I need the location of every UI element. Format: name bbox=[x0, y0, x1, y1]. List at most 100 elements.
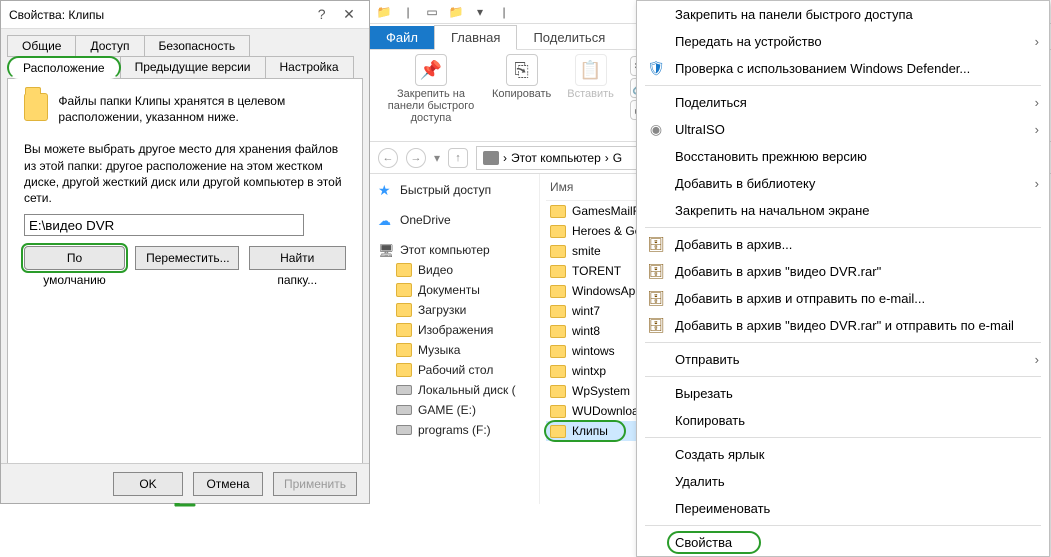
new-folder-icon[interactable]: 📁 bbox=[448, 4, 464, 20]
tab-previous-versions[interactable]: Предыдущие версии bbox=[120, 56, 266, 79]
ctx-label: Добавить в архив "видео DVR.rar" и отпра… bbox=[675, 318, 1014, 333]
chevron-right-icon: › bbox=[1035, 95, 1039, 110]
folder-icon bbox=[550, 245, 566, 258]
ctx-delete[interactable]: Удалить bbox=[637, 468, 1049, 495]
ctx-add-to-archive-named[interactable]: 🗄Добавить в архив "видео DVR.rar" bbox=[637, 258, 1049, 285]
paste-label: Вставить bbox=[567, 88, 614, 100]
ctx-create-shortcut[interactable]: Создать ярлык bbox=[637, 441, 1049, 468]
ctx-copy[interactable]: Копировать bbox=[637, 407, 1049, 434]
ctx-rename[interactable]: Переименовать bbox=[637, 495, 1049, 522]
find-folder-button[interactable]: Найти папку... bbox=[249, 246, 346, 270]
navigation-pane: ★Быстрый доступ ☁OneDrive 🖥Этот компьюте… bbox=[370, 174, 540, 504]
ctx-label: Восстановить прежнюю версию bbox=[675, 149, 867, 164]
nav-label: Музыка bbox=[418, 343, 460, 357]
ctx-send-to[interactable]: Отправить› bbox=[637, 346, 1049, 373]
tab-security[interactable]: Безопасность bbox=[144, 35, 251, 57]
archive-icon: 🗄 bbox=[647, 290, 665, 308]
nav-pictures[interactable]: Изображения bbox=[374, 320, 535, 340]
copy-label: Копировать bbox=[492, 88, 551, 100]
chevron-right-icon: › bbox=[1035, 176, 1039, 191]
ctx-label: Копировать bbox=[675, 413, 745, 428]
ctx-cut[interactable]: Вырезать bbox=[637, 380, 1049, 407]
divider: | bbox=[496, 4, 512, 20]
shield-icon: 🛡 bbox=[647, 60, 665, 78]
ctx-defender-scan[interactable]: 🛡Проверка с использованием Windows Defen… bbox=[637, 55, 1049, 82]
ctx-pin-quick-access[interactable]: Закрепить на панели быстрого доступа bbox=[637, 1, 1049, 28]
ctx-share[interactable]: Поделиться› bbox=[637, 89, 1049, 116]
ctx-restore-previous[interactable]: Восстановить прежнюю версию bbox=[637, 143, 1049, 170]
folder-icon bbox=[396, 263, 412, 277]
nav-recent-dropdown[interactable]: ▾ bbox=[434, 151, 440, 165]
move-button[interactable]: Переместить... bbox=[135, 246, 238, 270]
breadcrumb-segment[interactable]: G bbox=[613, 151, 622, 165]
nav-desktop[interactable]: Рабочий стол bbox=[374, 360, 535, 380]
ctx-archive-named-and-email[interactable]: 🗄Добавить в архив "видео DVR.rar" и отпр… bbox=[637, 312, 1049, 339]
file-name: wintows bbox=[572, 344, 615, 358]
dialog-titlebar[interactable]: Свойства: Клипы ? ✕ bbox=[1, 1, 369, 29]
nav-quick-access[interactable]: ★Быстрый доступ bbox=[374, 180, 535, 200]
folder-icon bbox=[550, 385, 566, 398]
folder-icon bbox=[550, 345, 566, 358]
folder-icon bbox=[550, 205, 566, 218]
chevron-right-icon: › bbox=[1035, 34, 1039, 49]
folder-icon bbox=[396, 363, 412, 377]
ctx-add-to-library[interactable]: Добавить в библиотеку› bbox=[637, 170, 1049, 197]
drive-icon bbox=[483, 151, 499, 165]
ribbon-tab-share[interactable]: Поделиться bbox=[517, 26, 621, 49]
qat-dropdown-icon[interactable]: ▾ bbox=[472, 4, 488, 20]
ctx-cast-to-device[interactable]: Передать на устройство› bbox=[637, 28, 1049, 55]
help-icon[interactable]: ? bbox=[310, 0, 334, 28]
folder-icon bbox=[396, 303, 412, 317]
ribbon-tab-file[interactable]: Файл bbox=[370, 26, 434, 49]
tab-customize[interactable]: Настройка bbox=[265, 56, 354, 79]
ok-button[interactable]: OK bbox=[113, 472, 183, 496]
tab-body: Файлы папки Клипы хранятся в целевом рас… bbox=[7, 78, 363, 498]
cancel-button[interactable]: Отмена bbox=[193, 472, 263, 496]
context-menu: Закрепить на панели быстрого доступа Пер… bbox=[636, 0, 1050, 557]
separator bbox=[645, 525, 1041, 526]
pin-label: Закрепить на панели быстрого доступа bbox=[386, 88, 476, 124]
tab-general[interactable]: Общие bbox=[7, 35, 76, 57]
copy-icon: ⎘ bbox=[506, 54, 538, 86]
nav-videos[interactable]: Видео bbox=[374, 260, 535, 280]
nav-up-button[interactable]: ↑ bbox=[448, 148, 468, 168]
nav-local-disk[interactable]: Локальный диск ( bbox=[374, 380, 535, 400]
divider: | bbox=[400, 4, 416, 20]
close-icon[interactable]: ✕ bbox=[337, 0, 361, 28]
tab-access[interactable]: Доступ bbox=[75, 35, 144, 57]
paste-button[interactable]: 📋 Вставить bbox=[567, 54, 614, 100]
nav-this-pc[interactable]: 🖥Этот компьютер bbox=[374, 240, 535, 260]
nav-back-button[interactable]: ← bbox=[378, 148, 398, 168]
pin-to-quick-access-button[interactable]: 📌 Закрепить на панели быстрого доступа bbox=[386, 54, 476, 124]
nav-game-drive[interactable]: GAME (E:) bbox=[374, 400, 535, 420]
ctx-add-to-archive[interactable]: 🗄Добавить в архив... bbox=[637, 231, 1049, 258]
nav-documents[interactable]: Документы bbox=[374, 280, 535, 300]
ctx-label: Отправить bbox=[675, 352, 739, 367]
nav-forward-button[interactable]: → bbox=[406, 148, 426, 168]
properties-icon[interactable]: ▭ bbox=[424, 4, 440, 20]
nav-onedrive[interactable]: ☁OneDrive bbox=[374, 210, 535, 230]
ctx-label: UltraISO bbox=[675, 122, 725, 137]
ctx-pin-start[interactable]: Закрепить на начальном экране bbox=[637, 197, 1049, 224]
nav-label: Этот компьютер bbox=[400, 243, 490, 257]
ctx-ultraiso[interactable]: ◉UltraISO› bbox=[637, 116, 1049, 143]
file-name: smite bbox=[572, 244, 601, 258]
nav-music[interactable]: Музыка bbox=[374, 340, 535, 360]
ctx-archive-and-email[interactable]: 🗄Добавить в архив и отправить по e-mail.… bbox=[637, 285, 1049, 312]
apply-button[interactable]: Применить bbox=[273, 472, 357, 496]
breadcrumb-segment[interactable]: Этот компьютер bbox=[511, 151, 601, 165]
folder-icon bbox=[550, 225, 566, 238]
folder-icon[interactable]: 📁 bbox=[376, 4, 392, 20]
nav-downloads[interactable]: Загрузки bbox=[374, 300, 535, 320]
folder-icon bbox=[550, 325, 566, 338]
nav-label: Документы bbox=[418, 283, 480, 297]
tab-location[interactable]: Расположение bbox=[7, 56, 121, 79]
ctx-label: Добавить в архив "видео DVR.rar" bbox=[675, 264, 881, 279]
default-button[interactable]: По умолчанию bbox=[24, 246, 125, 270]
ribbon-tab-home[interactable]: Главная bbox=[434, 25, 517, 50]
ctx-properties[interactable]: Свойства bbox=[637, 529, 1049, 556]
file-name: wintxp bbox=[572, 364, 606, 378]
copy-button[interactable]: ⎘ Копировать bbox=[492, 54, 551, 100]
nav-programs-drive[interactable]: programs (F:) bbox=[374, 420, 535, 440]
path-input[interactable] bbox=[24, 214, 304, 236]
